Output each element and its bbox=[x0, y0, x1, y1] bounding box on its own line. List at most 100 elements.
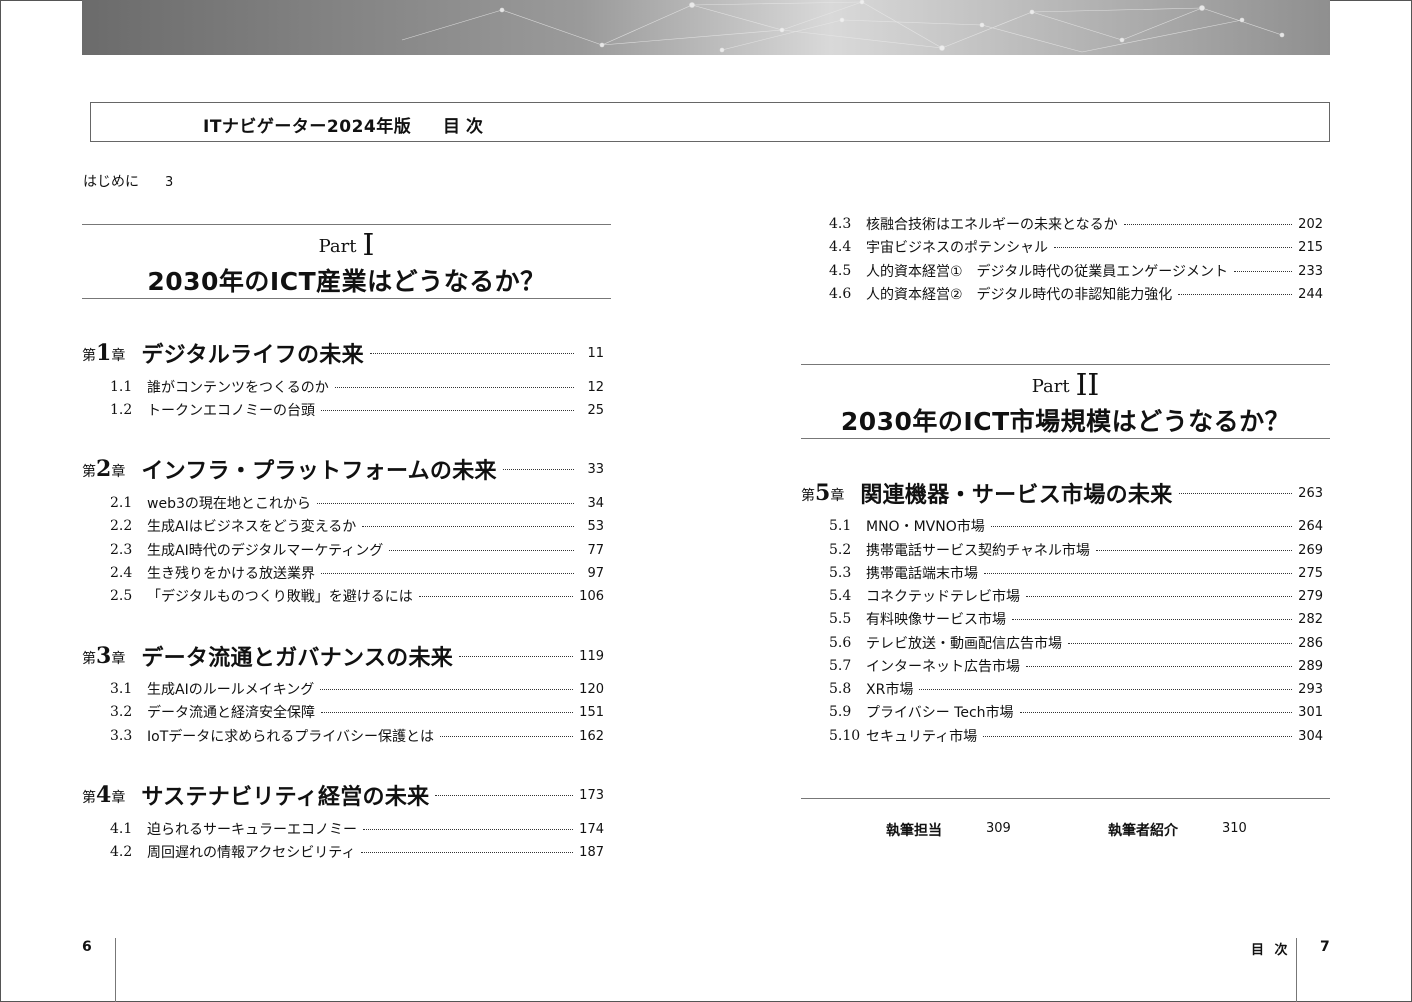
section-3-2-entry[interactable]: 3.2 データ流通と経済安全保障 151 bbox=[110, 702, 604, 722]
chapter-4-entry[interactable]: 第4章 サステナビリティ経営の未来 173 bbox=[82, 780, 604, 810]
section-3-1-entry[interactable]: 3.1 生成AIのルールメイキング 120 bbox=[110, 679, 604, 699]
section-title: 生成AIはビジネスをどう変えるか bbox=[147, 519, 357, 535]
section-2-5-entry[interactable]: 2.5 「デジタルものつくり敗戦」を避けるには 106 bbox=[110, 586, 604, 606]
section-title: 生成AIのルールメイキング bbox=[147, 682, 315, 698]
leader-dots bbox=[334, 386, 574, 388]
leader-dots bbox=[1054, 246, 1293, 248]
chapter-title: デジタルライフの未来 bbox=[141, 343, 364, 368]
section-4-4-entry[interactable]: 4.4 宇宙ビジネスのポテンシャル 215 bbox=[829, 237, 1323, 257]
section-number: 5.10 bbox=[829, 728, 861, 744]
section-number: 4.4 bbox=[829, 239, 852, 255]
leader-dots bbox=[418, 595, 574, 597]
section-number: 5.3 bbox=[829, 565, 852, 581]
section-page-number: 151 bbox=[579, 704, 604, 720]
section-5-8-entry[interactable]: 5.8 XR市場 293 bbox=[829, 679, 1323, 699]
section-number: 4.6 bbox=[829, 286, 852, 302]
book-title: ITナビゲーター2024年版 bbox=[203, 117, 412, 137]
chapter-page-number: 119 bbox=[579, 648, 604, 664]
section-page-number: 233 bbox=[1298, 263, 1323, 279]
section-title: 宇宙ビジネスのポテンシャル bbox=[866, 240, 1048, 256]
header-banner-image bbox=[82, 0, 1330, 55]
section-5-3-entry[interactable]: 5.3 携帯電話端末市場 275 bbox=[829, 563, 1323, 583]
section-2-1-entry[interactable]: 2.1 web3の現在地とこれから 34 bbox=[110, 493, 604, 513]
right-running-head: 目 次 bbox=[1251, 943, 1291, 958]
left-page-number: 6 bbox=[82, 939, 92, 955]
section-5-5-entry[interactable]: 5.5 有料映像サービス市場 282 bbox=[829, 609, 1323, 629]
section-number: 5.2 bbox=[829, 542, 852, 558]
chapter-number: 第1章 bbox=[82, 340, 126, 366]
section-title: 生き残りをかける放送業界 bbox=[147, 566, 315, 582]
section-4-5-entry[interactable]: 4.5 人的資本経営① デジタル時代の従業員エンゲージメント 233 bbox=[829, 261, 1323, 281]
chapter-1-entry[interactable]: 第1章 デジタルライフの未来 11 bbox=[82, 338, 604, 368]
back-matter-profiles-page: 310 bbox=[1222, 821, 1247, 836]
section-5-2-entry[interactable]: 5.2 携帯電話サービス契約チャネル市場 269 bbox=[829, 540, 1323, 560]
section-2-3-entry[interactable]: 2.3 生成AI時代のデジタルマーケティング 77 bbox=[110, 540, 604, 560]
section-title: 周回遅れの情報アクセシビリティ bbox=[147, 845, 356, 861]
section-number: 3.2 bbox=[110, 704, 133, 720]
section-5-1-entry[interactable]: 5.1 MNO・MVNO市場 264 bbox=[829, 516, 1323, 536]
leader-dots bbox=[362, 525, 574, 527]
section-5-4-entry[interactable]: 5.4 コネクテッドテレビ市場 279 bbox=[829, 586, 1323, 606]
intro-label: はじめに bbox=[83, 174, 139, 190]
chapter-5-entry[interactable]: 第5章 関連機器・サービス市場の未来 263 bbox=[801, 478, 1323, 508]
chapter-3-entry[interactable]: 第3章 データ流通とガバナンスの未来 119 bbox=[82, 641, 604, 671]
section-title: 有料映像サービス市場 bbox=[866, 612, 1006, 628]
section-page-number: 275 bbox=[1298, 565, 1323, 581]
section-page-number: 264 bbox=[1298, 518, 1323, 534]
section-1-2-entry[interactable]: 1.2 トークンエコノミーの台頭 25 bbox=[110, 400, 604, 420]
part-2-top-rule bbox=[801, 364, 1330, 365]
part-1-bottom-rule bbox=[82, 298, 611, 299]
section-4-1-entry[interactable]: 4.1 迫られるサーキュラーエコノミー 174 bbox=[110, 819, 604, 839]
section-title: 人的資本経営① デジタル時代の従業員エンゲージメント bbox=[866, 264, 1228, 280]
section-page-number: 12 bbox=[587, 379, 604, 395]
section-number: 4.1 bbox=[110, 821, 133, 837]
leader-dots bbox=[363, 828, 574, 830]
chapter-title: データ流通とガバナンスの未来 bbox=[141, 646, 454, 671]
section-1-1-entry[interactable]: 1.1 誰がコンテンツをつくるのか 12 bbox=[110, 377, 604, 397]
section-5-6-entry[interactable]: 5.6 テレビ放送・動画配信広告市場 286 bbox=[829, 633, 1323, 653]
section-4-2-entry[interactable]: 4.2 周回遅れの情報アクセシビリティ 187 bbox=[110, 842, 604, 862]
section-number: 1.2 bbox=[110, 402, 133, 418]
chapter-2-entry[interactable]: 第2章 インフラ・プラットフォームの未来 33 bbox=[82, 454, 604, 484]
leader-dots bbox=[502, 468, 574, 470]
leader-dots bbox=[459, 655, 574, 657]
part-2-title: 2030年のICT市場規模はどうなるか？ bbox=[840, 407, 1291, 436]
right-page-number: 7 bbox=[1320, 939, 1330, 955]
section-title: 人的資本経営② デジタル時代の非認知能力強化 bbox=[866, 287, 1173, 303]
section-title: コネクテッドテレビ市場 bbox=[866, 589, 1020, 605]
section-page-number: 53 bbox=[587, 518, 604, 534]
chapter-number: 第3章 bbox=[82, 643, 126, 669]
chapter-title: 関連機器・サービス市場の未来 bbox=[860, 483, 1173, 508]
back-matter-profiles-label[interactable]: 執筆者紹介 bbox=[1108, 820, 1178, 840]
section-page-number: 174 bbox=[579, 821, 604, 837]
section-page-number: 286 bbox=[1298, 635, 1323, 651]
chapter-page-number: 173 bbox=[579, 787, 604, 803]
leader-dots bbox=[361, 851, 574, 853]
chapter-number: 第4章 bbox=[82, 782, 126, 808]
section-4-6-entry[interactable]: 4.6 人的資本経営② デジタル時代の非認知能力強化 244 bbox=[829, 284, 1323, 304]
chapter-page-number: 33 bbox=[587, 461, 604, 477]
section-title: インターネット広告市場 bbox=[866, 659, 1020, 675]
intro-entry[interactable]: はじめに 3 bbox=[83, 171, 173, 191]
leader-dots bbox=[983, 735, 1293, 737]
section-page-number: 34 bbox=[587, 495, 604, 511]
chapter-number: 第2章 bbox=[82, 456, 126, 482]
section-5-7-entry[interactable]: 5.7 インターネット広告市場 289 bbox=[829, 656, 1323, 676]
left-folio-divider bbox=[115, 938, 116, 1002]
section-2-4-entry[interactable]: 2.4 生き残りをかける放送業界 97 bbox=[110, 563, 604, 583]
section-5-10-entry[interactable]: 5.10 セキュリティ市場 304 bbox=[829, 726, 1323, 746]
section-5-9-entry[interactable]: 5.9 プライバシー Tech市場 301 bbox=[829, 702, 1323, 722]
leader-dots bbox=[990, 525, 1293, 527]
back-matter-authors-label[interactable]: 執筆担当 bbox=[886, 820, 942, 840]
back-matter-authors-page: 309 bbox=[986, 821, 1011, 836]
section-number: 5.1 bbox=[829, 518, 852, 534]
leader-dots bbox=[369, 352, 574, 354]
chapter-number: 第5章 bbox=[801, 480, 845, 506]
section-4-3-entry[interactable]: 4.3 核融合技術はエネルギーの未来となるか 202 bbox=[829, 214, 1323, 234]
section-3-3-entry[interactable]: 3.3 IoTデータに求められるプライバシー保護とは 162 bbox=[110, 726, 604, 746]
section-2-2-entry[interactable]: 2.2 生成AIはビジネスをどう変えるか 53 bbox=[110, 516, 604, 536]
section-title: 生成AI時代のデジタルマーケティング bbox=[147, 543, 384, 559]
section-number: 4.3 bbox=[829, 216, 852, 232]
part-2-label: Part II bbox=[1031, 368, 1100, 403]
intro-page: 3 bbox=[165, 175, 174, 190]
